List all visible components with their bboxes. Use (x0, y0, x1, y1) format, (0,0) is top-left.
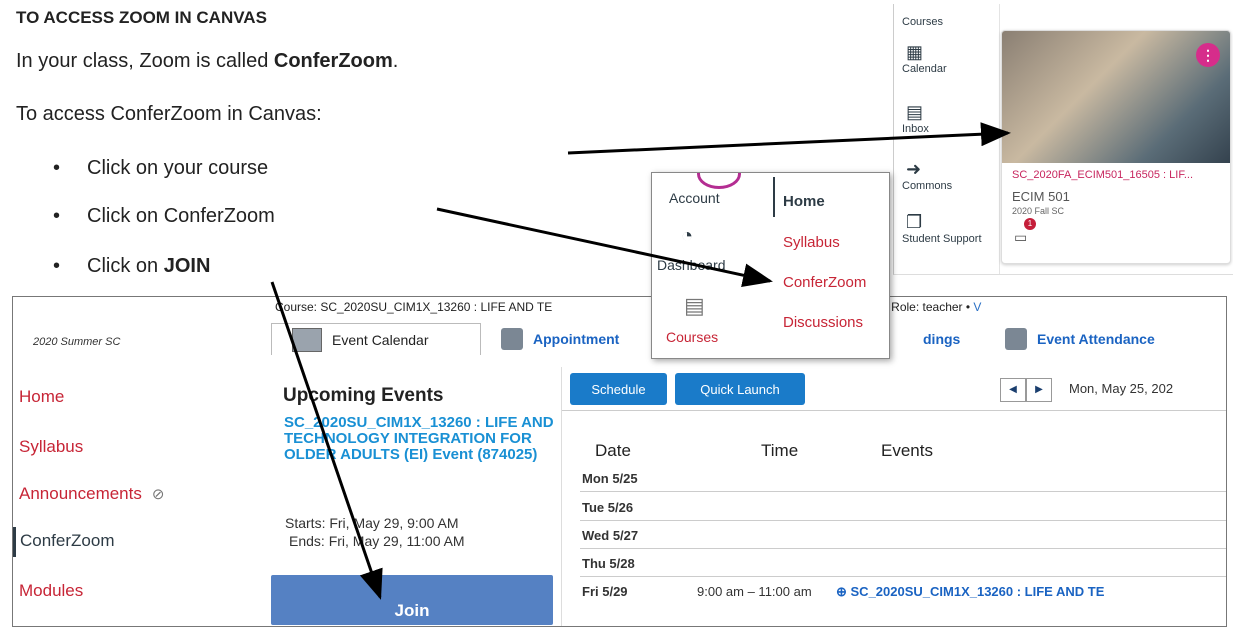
course-nav-home[interactable]: Home (783, 193, 825, 210)
join-button[interactable]: Join (271, 575, 553, 625)
column-divider (561, 367, 562, 626)
upcoming-event-link[interactable]: SC_2020SU_CIM1X_13260 : LIFE AND TECHNOL… (284, 415, 554, 463)
tab-label: Appointment (533, 331, 620, 347)
bullet-1: Click on your course (53, 157, 268, 180)
column-header-time: Time (761, 441, 799, 460)
nav-label: Commons (902, 180, 953, 192)
commons-icon: ➜ (906, 159, 922, 179)
breadcrumb-link[interactable]: V (973, 300, 981, 314)
calendar-event-link[interactable]: ⊕ SC_2020SU_CIM1X_13260 : LIFE AND TE (836, 584, 1104, 600)
tab-label: Event Calendar (332, 331, 429, 348)
event-time: 9:00 am – 11:00 am (697, 584, 812, 599)
bullet-2: Click on ConferZoom (53, 205, 275, 228)
tab-label: Event Attendance (1037, 331, 1155, 347)
tab-appointment[interactable]: Appointment (501, 323, 619, 355)
column-header-events: Events (881, 441, 933, 460)
dashboard-nav[interactable]: Dashboard (657, 257, 726, 273)
nav-label: Courses (902, 16, 943, 28)
tab-event-calendar[interactable]: Event Calendar (271, 323, 481, 355)
global-nav-calendar[interactable]: ▦ Calendar (902, 42, 992, 75)
attendance-tab-icon (1005, 328, 1027, 350)
row-date: Mon 5/25 (582, 471, 638, 486)
course-card-menu-icon[interactable]: ⋮ (1196, 43, 1220, 67)
course-nav-syllabus[interactable]: Syllabus (783, 234, 840, 251)
row-date: Fri 5/29 (582, 584, 628, 599)
line1-bold: ConferZoom (273, 50, 393, 72)
quick-launch-button[interactable]: Quick Launch (675, 373, 805, 405)
student-support-icon: ❐ (906, 212, 923, 232)
event-starts: Starts: Fri, May 29, 9:00 AM (285, 515, 459, 531)
courses-nav[interactable]: Courses (666, 329, 718, 345)
courses-icon: ▤ (684, 293, 705, 318)
row-divider (580, 491, 1226, 492)
course-card-code[interactable]: SC_2020FA_ECIM501_16505 : LIF... (1012, 169, 1193, 181)
row-date: Thu 5/28 (582, 556, 635, 571)
announcements-icon[interactable]: ▭ (1014, 229, 1027, 246)
row-divider (580, 548, 1226, 549)
account-nav[interactable]: Account (669, 190, 720, 206)
line1-text: In your class, Zoom is called (16, 50, 274, 72)
active-indicator (773, 177, 775, 217)
table-top-border (562, 410, 1226, 411)
line1-end: . (392, 50, 399, 72)
event-ends: Ends: Fri, May 29, 11:00 AM (289, 533, 465, 549)
bullet3-bold: JOIN (163, 255, 211, 277)
course-menu-popup: Account ◔ Dashboard ▤ Courses Home Sylla… (651, 172, 890, 359)
sidenav-label: Announcements (19, 484, 142, 503)
course-card-term: 2020 Fall SC (1012, 206, 1065, 216)
course-card[interactable]: ⋮ SC_2020FA_ECIM501_16505 : LIF... ECIM … (1001, 30, 1231, 264)
sidenav-home[interactable]: Home (19, 387, 64, 407)
course-nav-discussions[interactable]: Discussions (783, 314, 863, 331)
row-date: Wed 5/27 (582, 528, 639, 543)
row-divider (580, 520, 1226, 521)
inbox-icon: ▤ (906, 102, 924, 122)
instructions-title: TO ACCESS ZOOM IN CANVAS (16, 8, 267, 27)
hidden-eye-icon: ⊘ (151, 486, 165, 503)
avatar (697, 173, 741, 189)
dashboard-icon: ◔ (681, 225, 694, 247)
global-nav-inbox[interactable]: ▤ Inbox (902, 102, 992, 135)
tab-recordings[interactable]: dings (923, 323, 960, 355)
sidenav-syllabus[interactable]: Syllabus (19, 437, 83, 457)
row-date: Tue 5/26 (582, 500, 634, 515)
term-label: 2020 Summer SC (33, 336, 121, 348)
event-link-label: SC_2020SU_CIM1X_13260 : LIFE AND TE (850, 584, 1105, 599)
global-nav-courses[interactable]: Courses (902, 16, 992, 28)
schedule-button[interactable]: Schedule (570, 373, 667, 405)
instructions-line-1: In your class, Zoom is called ConferZoom… (16, 50, 398, 73)
sidenav-modules[interactable]: Modules (19, 581, 83, 601)
bullet3-text: Click on (87, 255, 164, 277)
course-nav-conferzoom[interactable]: ConferZoom (783, 274, 866, 291)
global-nav: Courses ▦ Calendar ▤ Inbox ➜ Commons ❐ S… (894, 4, 1000, 274)
global-nav-commons[interactable]: ➜ Commons (902, 159, 992, 192)
breadcrumb-course: Course: SC_2020SU_CIM1X_13260 : LIFE AND… (275, 300, 553, 314)
column-header-date: Date (595, 441, 631, 460)
nav-label: Calendar (902, 63, 947, 75)
course-card-name: ECIM 501 (1012, 189, 1070, 204)
calendar-icon: ▦ (906, 42, 924, 62)
sidenav-conferzoom[interactable]: ConferZoom (13, 527, 114, 557)
nav-label: Student Support (902, 233, 982, 245)
upcoming-events-title: Upcoming Events (283, 385, 444, 406)
sidenav-announcements[interactable]: Announcements ⊘ (19, 484, 164, 504)
tab-event-attendance[interactable]: Event Attendance (1005, 323, 1155, 355)
unread-badge: 1 (1024, 218, 1036, 230)
conferzoom-page: Course: SC_2020SU_CIM1X_13260 : LIFE AND… (12, 296, 1227, 627)
nav-label: Inbox (902, 123, 929, 135)
tab-label: dings (923, 331, 961, 347)
prev-week-button[interactable]: ◀ (1000, 378, 1026, 402)
appointment-tab-icon (501, 328, 523, 350)
instructions-line-2: To access ConferZoom in Canvas: (16, 103, 322, 125)
calendar-tab-icon (292, 327, 322, 352)
next-week-button[interactable]: ▶ (1026, 378, 1052, 402)
global-nav-student-support[interactable]: ❐ Student Support (902, 212, 992, 245)
canvas-dashboard-crop: Courses ▦ Calendar ▤ Inbox ➜ Commons ❐ S… (893, 4, 1233, 275)
row-divider (580, 576, 1226, 577)
bullet-3: Click on JOIN (53, 255, 211, 278)
calendar-date-title: Mon, May 25, 202 (1069, 381, 1174, 396)
